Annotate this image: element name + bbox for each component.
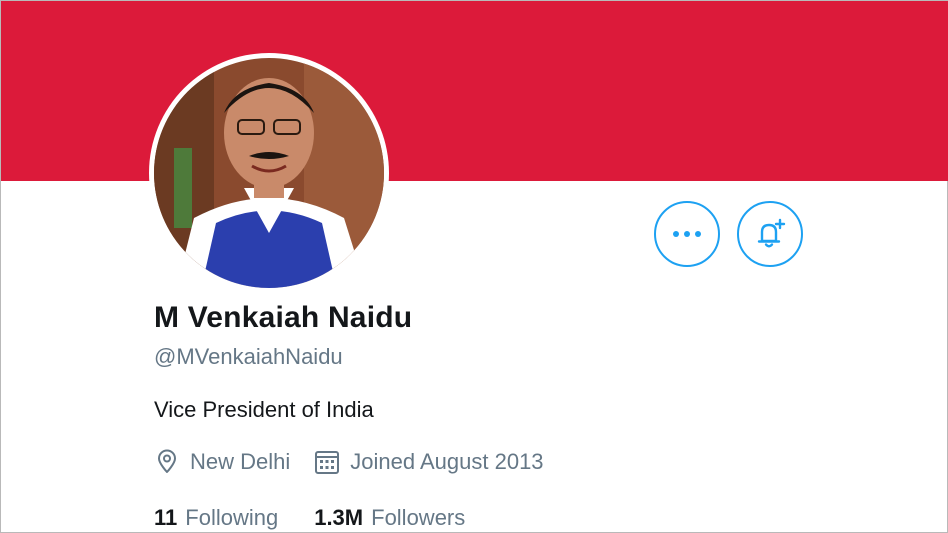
- profile-handle: @MVenkaiahNaidu: [154, 344, 343, 369]
- location-pin-icon: [158, 449, 176, 473]
- profile-joined: Joined August 2013: [314, 449, 544, 475]
- bell-plus-icon: [757, 218, 786, 248]
- notifications-button[interactable]: [737, 201, 803, 267]
- following-label: Following: [185, 505, 279, 530]
- profile-bio: Vice President of India: [154, 397, 374, 422]
- following-count: 11: [154, 505, 178, 530]
- more-options-button[interactable]: [654, 201, 720, 267]
- avatar-photo: [154, 58, 384, 288]
- followers-link[interactable]: 1.3M Followers: [314, 505, 465, 531]
- more-horizontal-icon: [673, 231, 701, 237]
- followers-label: Followers: [371, 505, 466, 530]
- calendar-icon: [315, 451, 340, 474]
- profile-banner: [1, 1, 948, 181]
- joined-text: Joined August 2013: [350, 449, 544, 474]
- profile-stats: 11 Following 1.3M Followers: [154, 505, 465, 531]
- profile-location: New Delhi: [154, 449, 290, 475]
- profile-name: M Venkaiah Naidu: [154, 301, 413, 334]
- following-link[interactable]: 11 Following: [154, 505, 278, 531]
- profile-meta: New Delhi Joined August 2013: [154, 449, 544, 475]
- followers-count: 1.3M: [314, 505, 364, 530]
- location-text: New Delhi: [190, 449, 291, 474]
- profile-avatar[interactable]: [149, 53, 389, 293]
